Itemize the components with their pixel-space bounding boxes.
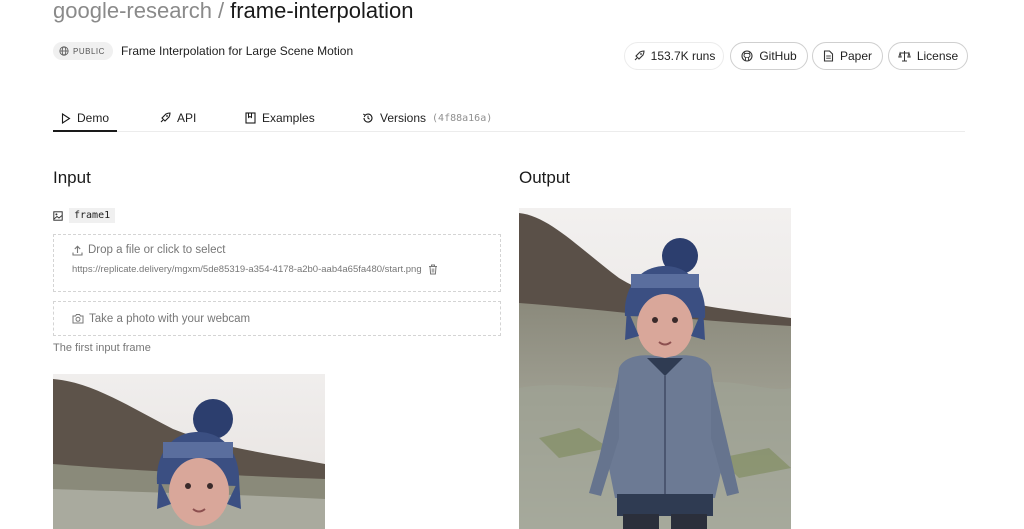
license-button[interactable]: License bbox=[888, 42, 968, 70]
input-frame-image bbox=[53, 374, 325, 529]
field-label-row: frame1 bbox=[53, 208, 116, 223]
tab-divider bbox=[53, 131, 965, 132]
tab-demo-label: Demo bbox=[76, 111, 109, 125]
webcam-button[interactable]: Take a photo with your webcam bbox=[53, 301, 501, 336]
dropzone-label[interactable]: Drop a file or click to select bbox=[72, 244, 225, 256]
webcam-label: Take a photo with your webcam bbox=[89, 312, 251, 325]
field-hint: The first input frame bbox=[53, 342, 151, 354]
github-button[interactable]: GitHub bbox=[730, 42, 808, 70]
rocket-icon bbox=[159, 112, 171, 124]
license-label: License bbox=[916, 49, 959, 63]
file-dropzone[interactable] bbox=[53, 234, 501, 292]
repo-name[interactable]: frame-interpolation bbox=[230, 0, 413, 23]
github-label: GitHub bbox=[759, 49, 797, 63]
document-icon bbox=[823, 50, 834, 62]
image-icon bbox=[53, 210, 63, 221]
output-section-title: Output bbox=[519, 168, 571, 187]
repo-title: google-research / frame-interpolation bbox=[53, 0, 414, 24]
visibility-badge: PUBLIC bbox=[53, 42, 113, 60]
rocket-icon bbox=[633, 50, 645, 62]
globe-icon bbox=[59, 46, 69, 56]
tab-examples[interactable]: Examples bbox=[245, 104, 315, 132]
camera-icon bbox=[72, 313, 84, 324]
visibility-label: PUBLIC bbox=[73, 46, 105, 56]
input-section-title: Input bbox=[53, 168, 91, 187]
runs-label: 153.7K runs bbox=[650, 49, 716, 63]
paper-button[interactable]: Paper bbox=[812, 42, 883, 70]
runs-count: 153.7K runs bbox=[624, 42, 724, 70]
scale-icon bbox=[898, 50, 911, 62]
history-icon bbox=[362, 112, 374, 124]
field-name-chip: frame1 bbox=[69, 208, 116, 223]
bookmark-icon bbox=[245, 112, 256, 124]
tab-examples-label: Examples bbox=[262, 111, 315, 125]
version-hash: (4f88a16a) bbox=[432, 112, 493, 124]
output-image bbox=[519, 208, 791, 529]
dropzone-text: Drop a file or click to select bbox=[88, 244, 226, 256]
play-icon bbox=[61, 112, 71, 124]
tab-versions[interactable]: Versions (4f88a16a) bbox=[362, 104, 492, 132]
file-url-row: https://replicate.delivery/mgxm/5de85319… bbox=[72, 264, 438, 275]
repo-owner-link[interactable]: google-research bbox=[53, 0, 212, 23]
upload-icon bbox=[72, 245, 83, 256]
github-icon bbox=[741, 50, 753, 62]
paper-label: Paper bbox=[839, 49, 873, 63]
trash-icon[interactable] bbox=[428, 264, 438, 275]
tab-active-indicator bbox=[53, 130, 117, 132]
repo-description: Frame Interpolation for Large Scene Moti… bbox=[121, 44, 354, 58]
tab-api[interactable]: API bbox=[159, 104, 196, 132]
tab-demo[interactable]: Demo bbox=[53, 104, 117, 132]
tab-versions-label: Versions bbox=[380, 111, 427, 125]
file-url[interactable]: https://replicate.delivery/mgxm/5de85319… bbox=[72, 264, 422, 275]
tab-api-label: API bbox=[177, 111, 197, 125]
repo-separator: / bbox=[217, 0, 225, 23]
